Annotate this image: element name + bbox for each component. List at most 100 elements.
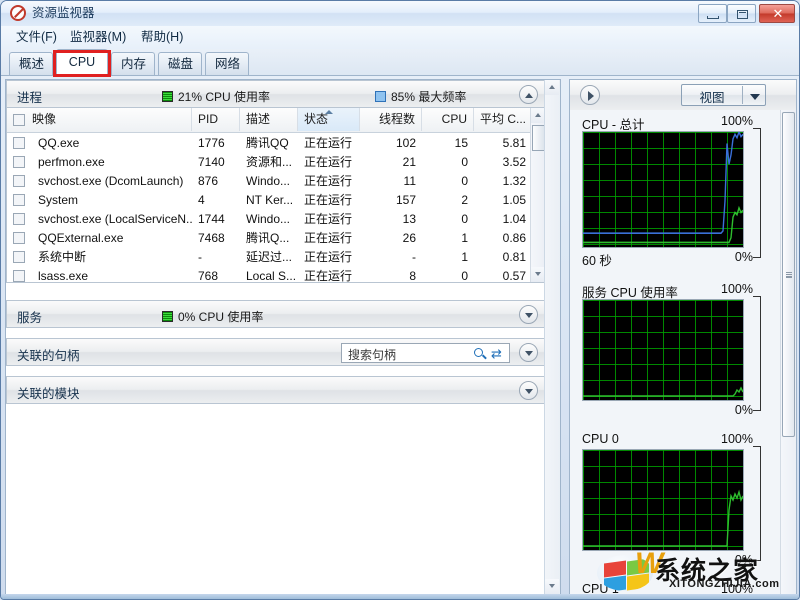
scroll-down-button[interactable] (545, 579, 559, 594)
resource-monitor-window: 资源监视器 ✕ 文件(F) 监视器(M) 帮助(H) 概述 CPU 内存 磁盘 … (0, 0, 800, 600)
cell-description: Windo... (246, 212, 291, 226)
refresh-icon[interactable]: ⇄ (489, 346, 504, 361)
processes-section-title: 进程 (17, 91, 43, 105)
row-checkbox[interactable] (13, 175, 25, 187)
menu-monitor[interactable]: 监视器(M) (63, 29, 133, 46)
cell-average-cpu: 0.81 (502, 250, 526, 264)
row-checkbox[interactable] (13, 137, 25, 149)
cell-threads: - (412, 250, 416, 264)
content-pane-scrollbar[interactable] (544, 80, 560, 594)
scroll-down-button[interactable] (531, 267, 545, 282)
graph-max-label: 100% (721, 582, 753, 594)
modules-section-header[interactable]: 关联的模块 (6, 376, 547, 404)
cell-image: perfmon.exe (38, 155, 105, 169)
search-handles-input[interactable]: 搜索句柄 ⇄ (341, 343, 510, 363)
graph-min-label: 0% (734, 250, 753, 264)
column-header-threads[interactable]: 线程数 (360, 108, 422, 131)
triangle-up-icon (535, 113, 541, 117)
cell-status: 正在运行 (304, 136, 353, 150)
graph-title: CPU 0 (582, 432, 619, 446)
cell-status: 正在运行 (304, 155, 353, 169)
graphs-container: CPU - 总计 100% 60 秒 0% 服务 CPU 使用率 100% 0%… (570, 110, 781, 594)
menu-bar: 文件(F) 监视器(M) 帮助(H) (1, 26, 799, 50)
graph-max-label: 100% (721, 432, 753, 446)
collapse-graphs-button[interactable] (580, 85, 600, 105)
table-row[interactable]: QQ.exe 1776 腾讯QQ 正在运行 102 15 5.81 (7, 134, 546, 153)
cell-threads: 157 (395, 193, 416, 207)
cpu-usage-legend-label: 21% CPU 使用率 (178, 90, 271, 104)
cpu-usage-legend: 21% CPU 使用率 (162, 88, 270, 105)
triangle-down-icon (549, 584, 555, 588)
maximize-icon (737, 10, 748, 19)
cell-cpu: 1 (461, 250, 468, 264)
graphs-pane-header: 视图 (570, 80, 796, 111)
cell-cpu: 0 (461, 174, 468, 188)
column-header-average-cpu[interactable]: 平均 C... (474, 108, 532, 131)
modules-collapse-toggle[interactable] (519, 381, 538, 400)
blue-swatch-icon (375, 91, 386, 102)
row-checkbox[interactable] (13, 270, 25, 282)
services-cpu-legend-label: 0% CPU 使用率 (178, 310, 264, 324)
column-header-status[interactable]: 状态 (298, 108, 360, 131)
handles-collapse-toggle[interactable] (519, 343, 538, 362)
max-frequency-legend-label: 85% 最大频率 (391, 90, 467, 104)
graphs-pane-scrollbar[interactable] (780, 110, 796, 594)
menu-help[interactable]: 帮助(H) (134, 29, 190, 46)
row-checkbox[interactable] (13, 251, 25, 263)
tab-cpu[interactable]: CPU (56, 49, 108, 75)
cell-threads: 102 (395, 136, 416, 150)
table-row[interactable]: 系统中断 - 延迟过... 正在运行 - 1 0.81 (7, 248, 546, 267)
table-row[interactable]: svchost.exe (DcomLaunch) 876 Windo... 正在… (7, 172, 546, 191)
column-header-pid[interactable]: PID (192, 108, 240, 131)
search-icon[interactable] (474, 348, 483, 357)
tab-memory[interactable]: 内存 (111, 52, 155, 75)
table-row[interactable]: svchost.exe (LocalServiceN... 1744 Windo… (7, 210, 546, 229)
row-checkbox[interactable] (13, 213, 25, 225)
select-all-checkbox[interactable] (13, 114, 25, 126)
graph-min-label: 0% (734, 553, 753, 567)
table-row[interactable]: QQExternal.exe 7468 腾讯Q... 正在运行 26 1 0.8… (7, 229, 546, 248)
column-header-cpu[interactable]: CPU (422, 108, 474, 131)
maximize-button[interactable] (727, 4, 756, 23)
menu-file[interactable]: 文件(F) (9, 29, 64, 46)
cell-image: svchost.exe (DcomLaunch) (38, 174, 184, 188)
tab-overview[interactable]: 概述 (9, 52, 53, 75)
services-section-title: 服务 (17, 311, 43, 325)
row-checkbox[interactable] (13, 156, 25, 168)
process-table: 映像 PID 描述 状态 线程数 CPU 平均 C... QQ.exe 1776 (6, 108, 547, 283)
graph-plot-area (582, 299, 744, 401)
cell-average-cpu: 0.86 (502, 231, 526, 245)
column-header-description[interactable]: 描述 (240, 108, 298, 131)
tab-network[interactable]: 网络 (205, 52, 249, 75)
scrollbar-thumb[interactable] (782, 112, 795, 437)
services-cpu-legend: 0% CPU 使用率 (162, 308, 263, 325)
close-button[interactable]: ✕ (759, 4, 795, 23)
cell-threads: 11 (403, 174, 416, 188)
cell-status: 正在运行 (304, 212, 353, 226)
handles-section-header[interactable]: 关联的句柄 搜索句柄 ⇄ (6, 338, 547, 366)
graph-plot-area (582, 131, 744, 248)
processes-section-header[interactable]: 进程 21% CPU 使用率 85% 最大频率 (6, 80, 547, 108)
row-checkbox[interactable] (13, 232, 25, 244)
table-row[interactable]: System 4 NT Ker... 正在运行 157 2 1.05 (7, 191, 546, 210)
cell-status: 正在运行 (304, 231, 353, 245)
row-checkbox[interactable] (13, 194, 25, 206)
chevron-down-icon (525, 313, 533, 318)
table-row[interactable]: perfmon.exe 7140 资源和... 正在运行 21 0 3.52 (7, 153, 546, 172)
services-section-header[interactable]: 服务 0% CPU 使用率 (6, 300, 547, 328)
cell-image: 系统中断 (38, 250, 87, 264)
services-collapse-toggle[interactable] (519, 305, 538, 324)
scroll-up-button[interactable] (545, 80, 559, 95)
table-row[interactable]: lsass.exe 768 Local S... 正在运行 8 0 0.57 (7, 267, 546, 286)
chevron-down-icon[interactable] (750, 94, 760, 100)
cell-status: 正在运行 (304, 250, 353, 264)
cell-threads: 13 (402, 212, 416, 226)
view-button[interactable]: 视图 (681, 84, 766, 106)
scroll-up-button[interactable] (531, 108, 545, 123)
triangle-down-icon (535, 272, 541, 276)
minimize-button[interactable] (698, 4, 727, 23)
column-header-image[interactable]: 映像 (7, 108, 192, 131)
tab-disk[interactable]: 磁盘 (158, 52, 202, 75)
chevron-down-icon (525, 389, 533, 394)
processes-collapse-toggle[interactable] (519, 85, 538, 104)
